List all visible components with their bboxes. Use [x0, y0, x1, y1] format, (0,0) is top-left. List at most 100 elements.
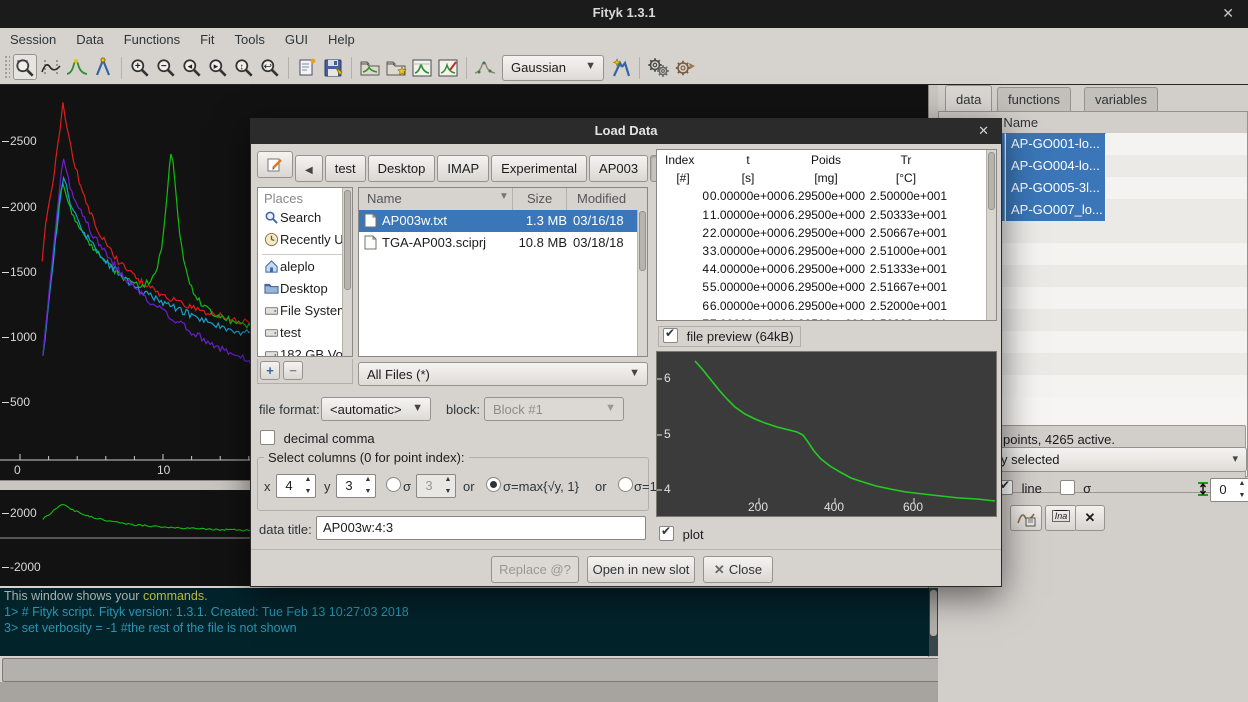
zoom-mode-button[interactable]	[13, 54, 37, 80]
toolbar-separator	[351, 57, 352, 79]
tab-variables[interactable]: variables	[1084, 87, 1158, 111]
delete-dataset-button[interactable]: ✕	[1075, 505, 1105, 531]
stepper-up-icon[interactable]: ▲	[302, 475, 314, 485]
or-label: or	[595, 479, 607, 494]
place-item-test[interactable]: test	[258, 323, 352, 345]
menu-gui[interactable]: GUI	[275, 28, 318, 47]
zoom-previous-button[interactable]: ↩	[258, 54, 282, 80]
stepper-up-icon[interactable]: ▲	[362, 475, 374, 485]
stepper-down-icon[interactable]: ▼	[1236, 491, 1248, 501]
preview-scrollbar[interactable]	[986, 150, 996, 321]
y-axis-tick-label: 2000	[2, 200, 37, 214]
auto-add-peak-button[interactable]	[473, 54, 497, 80]
place-item-label: Search	[280, 210, 321, 225]
zoom-vertical-button[interactable]: ↕	[232, 54, 256, 80]
sigma-one-radio[interactable]	[618, 477, 633, 492]
zoom-in-button[interactable]: +	[128, 54, 152, 80]
preview-data-row: 44.00000e+0006.29500e+0002.51333e+001	[657, 262, 996, 280]
add-place-button[interactable]: +	[260, 361, 280, 380]
run-fit-button[interactable]	[672, 54, 696, 80]
function-type-dropdown[interactable]: Gaussian▼	[502, 55, 604, 81]
open-in-new-slot-button[interactable]: Open in new slot	[587, 556, 695, 583]
new-session-button[interactable]	[295, 54, 319, 80]
file-row[interactable]: TGA-AP003.sciprj10.8 MB03/18/18	[359, 232, 647, 254]
zoom-out-button[interactable]: −	[154, 54, 178, 80]
file-preview-table[interactable]: Index tPoidsTr[#][s][mg][°C]00.00000e+00…	[656, 149, 997, 321]
copy-function-button[interactable]	[1010, 505, 1042, 531]
file-format-dropdown[interactable]: <automatic> ▼	[321, 397, 431, 421]
remove-place-button[interactable]: −	[283, 361, 303, 380]
file-list-scrollbar[interactable]	[637, 210, 647, 357]
zoom-left-button[interactable]: ◂	[180, 54, 204, 80]
add-peak-mode-button[interactable]	[65, 54, 89, 80]
open-data-append-button[interactable]	[384, 54, 408, 80]
line-checkbox[interactable]: line σ	[998, 480, 1091, 496]
data-slots-icon	[411, 57, 433, 79]
file-filter-dropdown[interactable]: All Files (*) ▼	[358, 362, 648, 386]
stepper-down-icon[interactable]: ▼	[302, 487, 314, 497]
menubar: SessionDataFunctionsFitToolsGUIHelp	[0, 28, 1248, 53]
fit-settings-button[interactable]	[646, 54, 670, 80]
sigma-max-radio[interactable]	[486, 477, 501, 492]
menu-fit[interactable]: Fit	[190, 28, 224, 47]
tab-data[interactable]: data	[945, 85, 992, 111]
menu-tools[interactable]: Tools	[225, 28, 275, 47]
window-close-button[interactable]: ✕	[1222, 5, 1234, 22]
path-button-imap[interactable]: IMAP	[437, 155, 489, 182]
rename-dataset-button[interactable]: Ina	[1045, 505, 1077, 531]
path-button-test[interactable]: test	[325, 155, 366, 182]
place-item-recently-u-[interactable]: Recently U...	[258, 230, 352, 252]
toolbar-grip[interactable]	[4, 55, 10, 79]
place-item-search[interactable]: Search	[258, 208, 352, 230]
decimal-comma-checkbox[interactable]: decimal comma	[260, 430, 375, 446]
data-slots-button[interactable]	[410, 54, 434, 80]
path-button-desktop[interactable]: Desktop	[368, 155, 436, 182]
menu-data[interactable]: Data	[66, 28, 113, 47]
column-name[interactable]: Name	[367, 191, 402, 206]
menu-session[interactable]: Session	[0, 28, 66, 47]
places-scrollbar[interactable]	[342, 188, 352, 357]
stepper-up-icon: ▲	[442, 475, 454, 485]
place-item-182-gb-vol-[interactable]: 182 GB Vol...	[258, 345, 352, 357]
plot-checkbox[interactable]: plot	[659, 526, 704, 542]
path-scroll-left-button[interactable]: ◀	[295, 155, 323, 182]
edit-path-button[interactable]	[257, 151, 293, 178]
path-button-experimental[interactable]: Experimental	[491, 155, 587, 182]
search-icon	[264, 210, 280, 225]
column-size[interactable]: Size	[527, 191, 552, 206]
column-modified[interactable]: Modified	[577, 191, 626, 206]
close-icon: ✕	[1085, 510, 1096, 525]
menu-functions[interactable]: Functions	[114, 28, 190, 47]
save-session-button[interactable]	[321, 54, 345, 80]
file-preview-checkbox[interactable]: file preview (64kB)	[658, 326, 801, 347]
console-scrollbar[interactable]	[929, 588, 938, 656]
places-panel[interactable]: Places SearchRecently U...aleploDesktopF…	[257, 187, 353, 357]
place-item-desktop[interactable]: Desktop	[258, 279, 352, 301]
sigma-column-radio[interactable]	[386, 477, 401, 492]
edit-data-button[interactable]	[436, 54, 460, 80]
stepper-up-icon[interactable]: ▲	[1236, 479, 1248, 489]
point-size-stepper[interactable]: 0 ▲ ▼	[1210, 478, 1248, 502]
data-title-input[interactable]: AP003w:4:3	[316, 516, 646, 540]
path-button-ap003[interactable]: AP003	[589, 155, 648, 182]
close-button[interactable]: ✕Close	[703, 556, 773, 583]
add-point-mode-button[interactable]	[91, 54, 115, 80]
file-format-value: <automatic>	[330, 402, 402, 417]
place-item-aleplo[interactable]: aleplo	[258, 257, 352, 279]
file-list[interactable]: Name ▼ Size Modified AP003w.txt1.3 MB03/…	[358, 187, 648, 357]
stepper-down-icon[interactable]: ▼	[362, 487, 374, 497]
add-function-button[interactable]	[609, 54, 633, 80]
console-line: 1> # Fityk script. Fityk version: 1.3.1.…	[0, 604, 929, 620]
menu-help[interactable]: Help	[318, 28, 365, 47]
open-data-button[interactable]	[358, 54, 382, 80]
tab-functions[interactable]: functions	[997, 87, 1071, 111]
x-column-stepper[interactable]: 4 ▲▼	[276, 474, 316, 498]
sigma-checkbox[interactable]	[1060, 480, 1075, 495]
file-name: AP003w.txt	[382, 213, 447, 228]
zoom-right-button[interactable]: ▸	[206, 54, 230, 80]
data-range-mode-button[interactable]	[39, 54, 63, 80]
place-item-file-system[interactable]: File System	[258, 301, 352, 323]
file-row[interactable]: AP003w.txt1.3 MB03/16/18	[359, 210, 647, 232]
dialog-close-button[interactable]: ✕	[978, 123, 989, 139]
y-column-stepper[interactable]: 3 ▲▼	[336, 474, 376, 498]
